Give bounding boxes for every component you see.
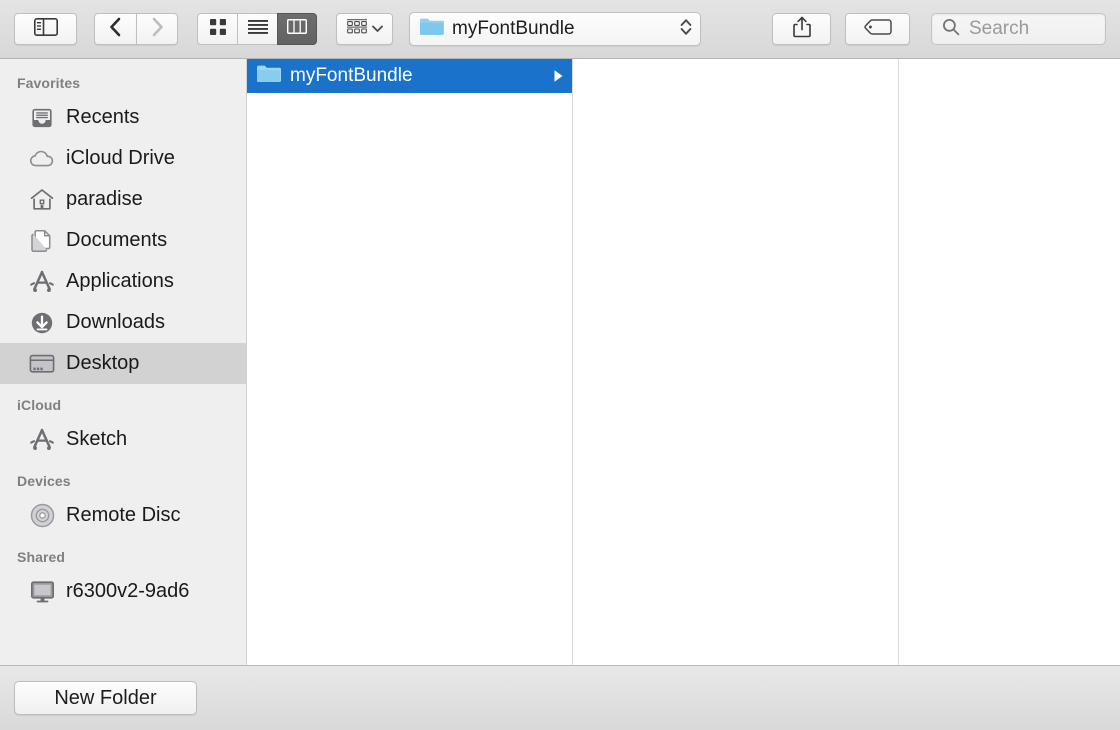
downloads-icon: [27, 311, 57, 335]
documents-icon: [27, 229, 57, 253]
disc-icon: [27, 503, 57, 528]
share-button[interactable]: [772, 13, 831, 45]
list-view-button[interactable]: [237, 13, 277, 45]
sidebar-item-label: Downloads: [66, 311, 165, 333]
back-button[interactable]: [94, 13, 136, 45]
sidebar-item-label: paradise: [66, 188, 143, 210]
column-1[interactable]: myFontBundle: [247, 59, 573, 665]
column-row-myfontbundle[interactable]: myFontBundle: [247, 59, 572, 93]
icon-view-icon: [209, 18, 226, 40]
column-2[interactable]: [573, 59, 899, 665]
sidebar-header-shared: Shared: [17, 549, 66, 565]
share-icon: [792, 16, 811, 43]
path-popup-button[interactable]: myFontBundle: [409, 12, 701, 46]
sidebar-item-r6300v2-9ad6[interactable]: r6300v2-9ad6: [0, 571, 246, 612]
chevron-right-icon: [151, 17, 164, 42]
tag-icon: [863, 18, 892, 40]
toolbar: myFontBundle Search: [0, 0, 1120, 59]
recents-icon: [27, 106, 57, 130]
applications-icon: [27, 428, 57, 451]
disclosure-triangle-icon: [553, 69, 564, 83]
cloud-icon: [27, 149, 57, 169]
footer-bar: New Folder: [0, 665, 1120, 730]
sidebar-item-label: Recents: [66, 106, 140, 128]
sidebar-item-downloads[interactable]: Downloads: [0, 302, 246, 343]
sidebar-item-label: iCloud Drive: [66, 147, 175, 169]
list-view-icon: [247, 19, 268, 39]
search-field[interactable]: Search: [931, 13, 1106, 45]
sidebar-item-label: Applications: [66, 270, 174, 292]
column-3[interactable]: [899, 59, 1120, 665]
sidebar-item-paradise[interactable]: paradise: [0, 179, 246, 220]
sidebar-item-label: r6300v2-9ad6: [66, 580, 190, 602]
icon-view-button[interactable]: [197, 13, 237, 45]
chevron-left-icon: [109, 17, 122, 42]
sidebar-header-devices: Devices: [17, 473, 71, 489]
sidebar-header-favorites: Favorites: [17, 75, 81, 91]
sidebar-group-icloud: iCloud Sketch: [0, 392, 246, 460]
column-browser: myFontBundle: [247, 59, 1120, 665]
path-popup-label: myFontBundle: [452, 18, 575, 39]
sidebar-item-icloud-drive[interactable]: iCloud Drive: [0, 138, 246, 179]
sidebar-toggle-button[interactable]: [14, 13, 77, 45]
up-down-chevron-icon: [680, 17, 692, 42]
forward-button[interactable]: [136, 13, 178, 45]
sidebar-item-applications[interactable]: Applications: [0, 261, 246, 302]
sidebar-header-icloud: iCloud: [17, 397, 62, 413]
sidebar-item-desktop[interactable]: Desktop: [0, 343, 246, 384]
sidebar-item-documents[interactable]: Documents: [0, 220, 246, 261]
search-icon: [942, 18, 960, 41]
view-mode-segmented-control: [197, 13, 317, 45]
arrange-button[interactable]: [336, 13, 393, 45]
tag-button[interactable]: [845, 13, 910, 45]
sidebar-item-sketch[interactable]: Sketch: [0, 419, 246, 460]
column-row-label: myFontBundle: [290, 65, 413, 86]
applications-icon: [27, 270, 57, 293]
column-view-icon: [286, 18, 308, 39]
sidebar-item-label: Remote Disc: [66, 504, 181, 526]
sidebar-item-remote-disc[interactable]: Remote Disc: [0, 495, 246, 536]
display-icon: [27, 580, 57, 604]
home-icon: [27, 188, 57, 211]
chevron-down-icon: [371, 20, 383, 38]
sidebar-group-shared: Shared r6300v2-9ad6: [0, 544, 246, 612]
sidebar-item-recents[interactable]: Recents: [0, 97, 246, 138]
arrange-group-icon: [346, 19, 367, 39]
sidebar-item-label: Sketch: [66, 428, 128, 450]
sidebar-group-favorites: Favorites Recents iCloud Drive paradise …: [0, 70, 246, 384]
navigation-buttons: [94, 13, 178, 45]
finder-window: myFontBundle Search Favorites Recents iC…: [0, 0, 1120, 730]
sidebar-item-label: Documents: [66, 229, 168, 251]
column-view-button[interactable]: [277, 13, 317, 45]
folder-icon: [256, 64, 281, 88]
search-placeholder: Search: [969, 18, 1030, 39]
folder-icon: [419, 17, 444, 41]
sidebar-toggle-icon: [33, 17, 58, 41]
window-body: Favorites Recents iCloud Drive paradise …: [0, 59, 1120, 665]
sidebar-item-label: Desktop: [66, 352, 140, 374]
sidebar: Favorites Recents iCloud Drive paradise …: [0, 59, 247, 665]
desktop-icon: [27, 353, 57, 374]
sidebar-group-devices: Devices Remote Disc: [0, 468, 246, 536]
new-folder-button[interactable]: New Folder: [14, 681, 197, 715]
